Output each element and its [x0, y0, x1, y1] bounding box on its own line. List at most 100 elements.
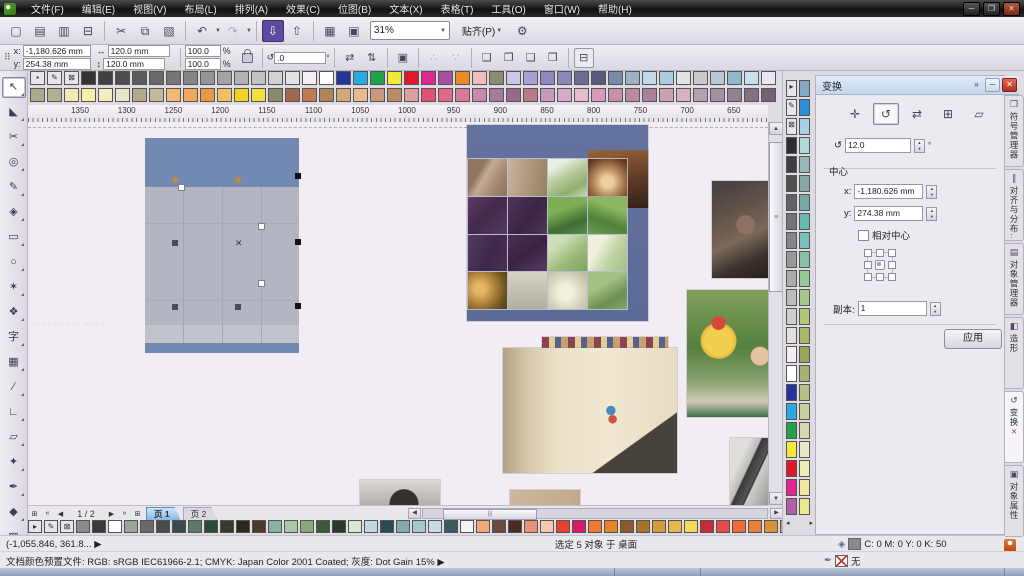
copies-field[interactable]: 1 — [858, 301, 927, 316]
color-swatch[interactable] — [727, 88, 742, 102]
color-swatch[interactable] — [786, 175, 797, 192]
color-swatch[interactable] — [799, 232, 810, 249]
color-swatch[interactable] — [524, 520, 538, 533]
selection-handle[interactable] — [295, 173, 301, 179]
to-front-button[interactable]: ∴ — [424, 48, 444, 68]
vertical-scrollbar[interactable]: ▲ ≡ ▼ — [768, 122, 783, 505]
center-x-field[interactable]: -1,180.626 mm — [854, 184, 923, 199]
angle-spinner[interactable]: ▲▼ — [914, 139, 925, 153]
portrait-photo[interactable] — [360, 480, 440, 505]
color-swatch[interactable] — [421, 88, 436, 102]
color-swatch[interactable] — [183, 71, 198, 85]
collage-photo-cell[interactable] — [468, 235, 507, 272]
color-swatch[interactable] — [217, 88, 232, 102]
welcome-screen-button[interactable]: ▣ — [343, 20, 365, 42]
color-swatch[interactable] — [799, 441, 810, 458]
color-swatch[interactable] — [234, 88, 249, 102]
color-swatch[interactable] — [428, 520, 442, 533]
color-swatch[interactable] — [799, 118, 810, 135]
color-swatch[interactable] — [380, 520, 394, 533]
color-swatch[interactable] — [76, 520, 90, 533]
color-swatch[interactable] — [396, 520, 410, 533]
color-swatch[interactable] — [625, 71, 640, 85]
menu-item[interactable]: 表格(T) — [432, 3, 483, 18]
color-swatch[interactable] — [652, 520, 666, 533]
color-swatch[interactable] — [268, 520, 282, 533]
color-swatch[interactable] — [786, 327, 797, 344]
outline-color-swatch[interactable] — [835, 555, 848, 567]
color-swatch[interactable] — [252, 520, 266, 533]
color-swatch[interactable] — [710, 88, 725, 102]
color-swatch[interactable] — [217, 71, 232, 85]
color-swatch[interactable] — [786, 403, 797, 420]
simplify-button[interactable]: ❒ — [543, 48, 563, 68]
center-y-field[interactable]: 274.38 mm — [854, 206, 923, 221]
color-swatch[interactable] — [676, 71, 691, 85]
color-swatch[interactable] — [149, 88, 164, 102]
selected-grid-object[interactable]: ✕ — [145, 138, 299, 353]
fill-tool[interactable]: ◆ — [2, 502, 26, 523]
undo-button[interactable]: ↶ — [191, 20, 213, 42]
docker-tab-symbol-manager[interactable]: ❒符号管理器 — [1005, 95, 1024, 167]
color-swatch[interactable] — [799, 251, 810, 268]
collage-photo-cell[interactable] — [508, 272, 547, 309]
color-swatch[interactable] — [620, 520, 634, 533]
collage-photo-cell[interactable] — [548, 197, 587, 234]
menu-item[interactable]: 视图(V) — [124, 3, 175, 18]
color-swatch[interactable] — [786, 384, 797, 401]
color-swatch[interactable] — [744, 71, 759, 85]
weld-button[interactable]: ❏ — [477, 48, 497, 68]
drawing-canvas[interactable]: ✕ we believe in magic — [28, 122, 768, 505]
docker-expand-button[interactable]: » — [970, 79, 983, 91]
options-button[interactable]: ⚙ — [511, 20, 533, 42]
palette-scroll-up-button[interactable]: ▸ — [786, 80, 797, 97]
zoom-level-select[interactable]: 31%▼ — [370, 21, 450, 40]
color-swatch[interactable] — [799, 403, 810, 420]
wireframe-button[interactable]: ⊟ — [574, 48, 594, 68]
legs-photo[interactable] — [730, 438, 768, 505]
palette-scroll-left-icon[interactable]: ◂ — [786, 519, 790, 529]
menu-item[interactable]: 文件(F) — [22, 3, 73, 18]
color-swatch[interactable] — [98, 71, 113, 85]
color-swatch[interactable] — [204, 520, 218, 533]
page-tab-2[interactable]: 页 2 — [183, 507, 218, 521]
color-swatch[interactable] — [659, 71, 674, 85]
object-width-field[interactable]: 120.0 mm — [108, 45, 170, 57]
collage-photo-cell[interactable] — [508, 197, 547, 234]
color-swatch[interactable] — [799, 308, 810, 325]
color-swatch[interactable] — [786, 156, 797, 173]
color-swatch[interactable] — [387, 71, 402, 85]
color-swatch[interactable] — [132, 88, 147, 102]
snap-to-button[interactable]: 贴齐(P)▼ — [456, 21, 508, 40]
docker-tab-object-manager[interactable]: ▤对象管理器 — [1005, 243, 1024, 315]
color-swatch[interactable] — [523, 88, 538, 102]
zoom-tool[interactable]: ◎ — [2, 152, 26, 173]
scale-v-field[interactable]: 100.0 — [185, 58, 221, 70]
vertical-scroll-thumb[interactable]: ≡ — [769, 142, 783, 292]
color-swatch[interactable] — [81, 71, 96, 85]
color-swatch[interactable] — [92, 520, 106, 533]
color-swatch[interactable] — [200, 71, 215, 85]
color-swatch[interactable] — [540, 88, 555, 102]
palette-scroll-right-icon[interactable]: ▸ — [809, 519, 813, 529]
docker-tab-shaping[interactable]: ◧造形 — [1005, 317, 1024, 389]
color-swatch[interactable] — [799, 99, 810, 116]
color-swatch[interactable] — [693, 71, 708, 85]
color-swatch[interactable] — [676, 88, 691, 102]
color-swatch[interactable] — [188, 520, 202, 533]
table-tool[interactable]: ▦ — [2, 352, 26, 373]
color-swatch[interactable] — [761, 88, 776, 102]
smart-fill-tool[interactable]: ◈ — [2, 202, 26, 223]
color-swatch[interactable] — [455, 71, 470, 85]
color-swatch[interactable] — [489, 71, 504, 85]
color-swatch[interactable] — [659, 88, 674, 102]
scale-h-field[interactable]: 100.0 — [185, 45, 221, 57]
color-swatch[interactable] — [572, 520, 586, 533]
transform-scale-mirror-button[interactable]: ⇄ — [904, 103, 930, 125]
color-swatch[interactable] — [166, 88, 181, 102]
color-swatch[interactable] — [668, 520, 682, 533]
color-swatch[interactable] — [149, 71, 164, 85]
palette-eyedropper-button[interactable]: ✎ — [47, 71, 62, 85]
transform-skew-button[interactable]: ▱ — [966, 103, 992, 125]
color-swatch[interactable] — [166, 71, 181, 85]
